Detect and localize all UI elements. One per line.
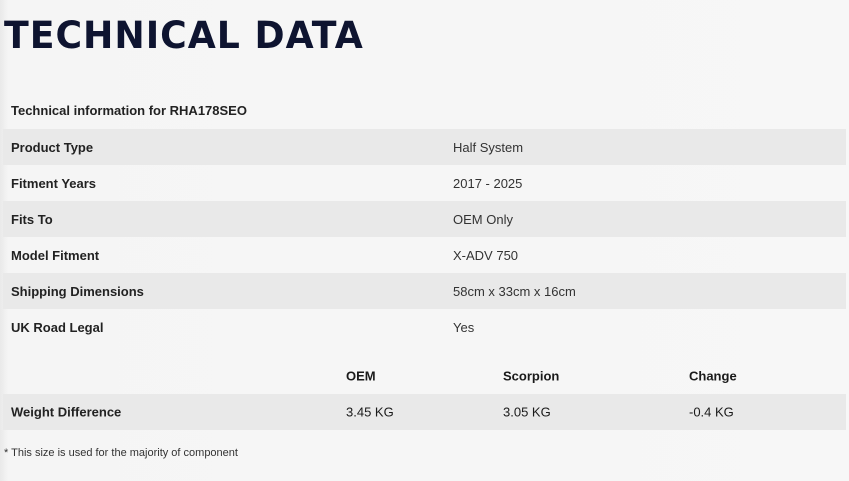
weight-scorpion-value: 3.05 KG [503,404,551,420]
header-change: Change [689,368,737,384]
weight-difference-row: Weight Difference 3.45 KG 3.05 KG -0.4 K… [3,394,846,430]
spec-value: X-ADV 750 [453,247,519,263]
footnote: * This size is used for the majority of … [4,447,238,459]
technical-info-caption: Technical information for RHA178SEO [11,103,247,118]
spec-label: Fitment Years [11,175,97,191]
spec-value: 58cm x 33cm x 16cm [453,283,576,299]
spec-row-fitment-years: Fitment Years 2017 - 2025 [3,165,846,201]
spec-table: Product Type Half System Fitment Years 2… [3,129,846,345]
spec-value: Yes [453,319,475,335]
spec-label: Model Fitment [11,247,100,263]
spec-value: 2017 - 2025 [453,175,523,191]
spec-row-uk-road-legal: UK Road Legal Yes [3,309,846,345]
spec-label: UK Road Legal [11,319,104,335]
weight-label: Weight Difference [11,404,122,420]
spec-row-product-type: Product Type Half System [3,129,846,165]
spec-row-shipping-dimensions: Shipping Dimensions 58cm x 33cm x 16cm [3,273,846,309]
spec-row-fits-to: Fits To OEM Only [3,201,846,237]
spec-value: OEM Only [453,211,513,227]
page-title: TECHNICAL DATA [4,14,364,57]
spec-value: Half System [453,139,524,155]
spec-label: Fits To [11,211,53,227]
header-scorpion: Scorpion [503,368,560,384]
spec-label: Shipping Dimensions [11,283,144,299]
spec-label: Product Type [11,139,94,155]
spec-row-model-fitment: Model Fitment X-ADV 750 [3,237,846,273]
weight-table-header: OEM Scorpion Change [3,358,846,394]
weight-oem-value: 3.45 KG [346,404,394,420]
header-oem: OEM [346,368,376,384]
weight-change-value: -0.4 KG [689,404,734,420]
